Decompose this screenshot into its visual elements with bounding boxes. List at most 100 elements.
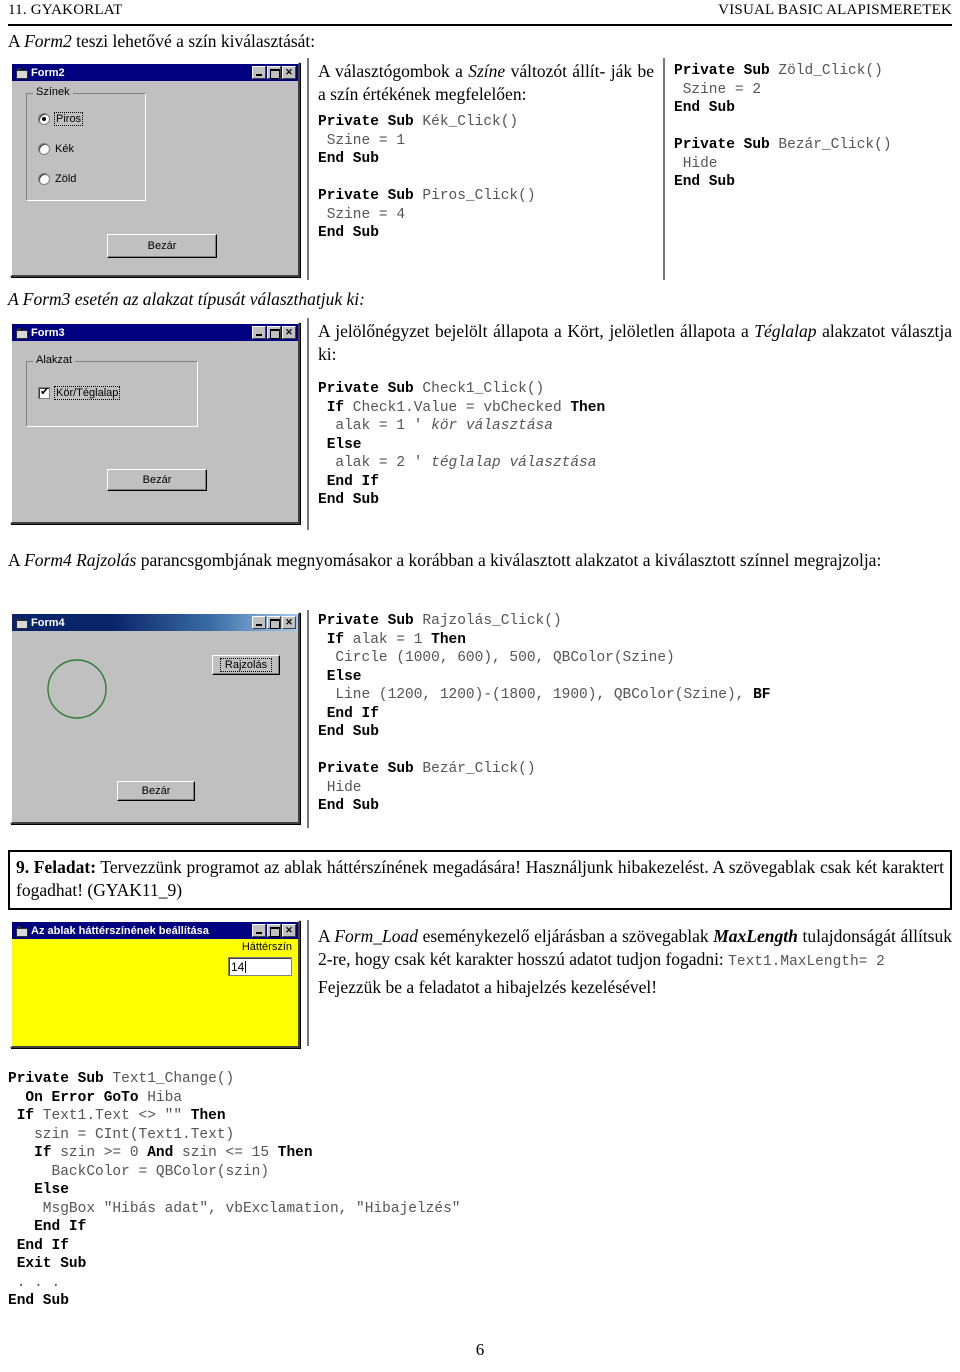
maximize-button[interactable]	[267, 66, 281, 79]
form9-note: A Form_Load eseménykezelő eljárásban a s…	[318, 925, 952, 999]
form9-client-area: Háttérszín 14	[12, 939, 298, 1046]
intro-form4-part-a: A	[8, 550, 25, 570]
radio-label-zold: Zöld	[55, 173, 77, 185]
column-separator-4	[307, 610, 309, 828]
form3-close-button-label: Bezár	[142, 474, 172, 486]
form4-draw-button[interactable]: Rajzolás	[212, 655, 280, 675]
form4-client-area: Rajzolás Bezár	[12, 631, 298, 822]
vb-form-icon	[15, 327, 28, 339]
code-block-form2-left: Private Sub Kék_Click() Szine = 1 End Su…	[318, 114, 536, 241]
intro-form4-emphasis: Form4 Rajzolás	[24, 550, 137, 570]
radio-icon-piros[interactable]	[38, 113, 50, 125]
maximize-button[interactable]	[267, 326, 281, 339]
form3-frame-legend: Alakzat	[33, 354, 76, 366]
form2-titlebar[interactable]: Form2 ✕	[12, 64, 298, 81]
form2-frame-legend: Színek	[33, 86, 73, 98]
form4-titlebar[interactable]: Form4 ✕	[12, 614, 298, 631]
form9-backcolor-value: 14	[231, 959, 245, 974]
form4-title: Form4	[31, 616, 65, 629]
form3-note-emphasis: Téglalap	[754, 321, 817, 341]
task-9-box: 9. Feladat: Tervezzünk programot az abla…	[8, 850, 952, 910]
form2-close-button-label: Bezár	[147, 240, 177, 252]
form9-backcolor-label: Háttérszín	[241, 941, 292, 953]
form9-note-emphasis: Form_Load	[334, 926, 418, 946]
form9-note-line4: Fejezzük be a feladatot a hibajelzés kez…	[318, 977, 658, 997]
form9-backcolor-input[interactable]: 14	[228, 957, 292, 976]
form9-title: Az ablak háttérszínének beállítása	[31, 924, 209, 937]
form9-window[interactable]: Az ablak háttérszínének beállítása ✕ Hát…	[10, 920, 300, 1048]
code-block-form4: Private Sub Rajzolás_Click() If alak = 1…	[318, 613, 771, 814]
form2-note: A választógombok a Színe változót állít-…	[318, 60, 654, 106]
close-button[interactable]: ✕	[282, 66, 296, 79]
form4-close-button[interactable]: Bezár	[117, 781, 195, 801]
header-right-title: VISUAL BASIC ALAPISMERETEK	[718, 2, 952, 18]
minimize-button[interactable]	[252, 326, 266, 339]
checkbox-label: Kör/Téglalap	[53, 386, 121, 400]
form2-window-buttons[interactable]: ✕	[252, 66, 296, 79]
intro-form4-paragraph: A Form4 Rajzolás parancsgombjának megnyo…	[8, 549, 952, 572]
form9-note-code-inline: Text1.MaxLength= 2	[728, 954, 885, 970]
code-block-form3: Private Sub Check1_Click() If Check1.Val…	[318, 381, 606, 508]
column-separator-2	[663, 58, 665, 280]
form3-titlebar[interactable]: Form3 ✕	[12, 324, 298, 341]
form4-window[interactable]: Form4 ✕ Rajzolás Bezár	[10, 612, 300, 824]
code-block-form2-right: Private Sub Zöld_Click() Szine = 2 End S…	[674, 63, 892, 190]
form3-client-area: Alakzat Kör/Téglalap Bezár	[12, 341, 298, 522]
task-9-label: 9. Feladat:	[16, 857, 97, 877]
radio-label-piros: Piros	[53, 112, 84, 126]
form9-titlebar[interactable]: Az ablak háttérszínének beállítása ✕	[12, 922, 298, 939]
column-separator-3	[307, 318, 309, 530]
intro-form2-prefix: A	[8, 31, 25, 51]
radio-option-zold[interactable]: Zöld	[38, 173, 76, 185]
form9-note-part-a: A	[318, 926, 335, 946]
vb-form-icon	[15, 925, 28, 937]
vb-form-icon	[15, 617, 28, 629]
form4-draw-button-label: Rajzolás	[219, 658, 273, 672]
form4-window-buttons[interactable]: ✕	[252, 616, 296, 629]
form2-window[interactable]: Form2 ✕ Színek Piros Kék Zöld Bezár	[10, 62, 300, 277]
intro-form2-emphasis: Form2	[24, 31, 72, 51]
code-form2-left-body: Kék_Click()	[422, 114, 519, 130]
form2-close-button[interactable]: Bezár	[107, 234, 217, 258]
intro-form4-part-b: parancsgombjának megnyomásakor a korábba…	[136, 550, 882, 570]
form3-window-buttons[interactable]: ✕	[252, 326, 296, 339]
form9-note-part-b: eseménykezelő eljárásban a szövegablak	[417, 926, 714, 946]
radio-icon-zold[interactable]	[38, 173, 50, 185]
maximize-button[interactable]	[267, 616, 281, 629]
form3-window[interactable]: Form3 ✕ Alakzat Kör/Téglalap Bezár	[10, 322, 300, 524]
vb-form-icon	[15, 67, 28, 79]
form2-note-emphasis: Színe	[468, 61, 506, 81]
form2-client-area: Színek Piros Kék Zöld Bezár	[12, 81, 298, 275]
form3-note-part-a: A jelölőnégyzet bejelölt állapota a Kört…	[318, 321, 755, 341]
form2-note-part-b: változót állít-	[505, 61, 606, 81]
form2-note-part-a: A választógombok a	[318, 61, 469, 81]
form9-note-line3-prefix: fogadni:	[665, 949, 729, 969]
task-9-text: Tervezzünk programot az ablak háttérszín…	[16, 857, 944, 900]
close-button[interactable]: ✕	[282, 326, 296, 339]
checkbox-icon[interactable]	[38, 385, 50, 399]
intro-form2-rest: teszi lehetővé a szín kiválasztását:	[71, 31, 316, 51]
minimize-button[interactable]	[252, 616, 266, 629]
page-number: 6	[475, 1340, 485, 1359]
form2-title: Form2	[31, 66, 65, 79]
radio-label-kek: Kék	[55, 143, 74, 155]
form3-close-button[interactable]: Bezár	[107, 469, 207, 491]
column-separator-1	[307, 58, 309, 280]
form9-window-buttons[interactable]: ✕	[252, 924, 296, 937]
intro-form3-paragraph: A Form3 esetén az alakzat típusát válasz…	[8, 289, 365, 309]
form9-note-maxlength: MaxLength	[713, 926, 798, 946]
radio-option-piros[interactable]: Piros	[38, 112, 84, 126]
close-button[interactable]: ✕	[282, 924, 296, 937]
code-block-task9: Private Sub Text1_Change() On Error GoTo…	[8, 1071, 461, 1309]
maximize-button[interactable]	[267, 924, 281, 937]
minimize-button[interactable]	[252, 66, 266, 79]
minimize-button[interactable]	[252, 924, 266, 937]
checkbox-shape[interactable]: Kör/Téglalap	[38, 385, 121, 400]
form4-close-button-label: Bezár	[141, 785, 171, 797]
intro-form2-paragraph: A Form2 teszi lehetővé a szín kiválasztá…	[8, 30, 952, 53]
column-separator-5	[307, 920, 309, 1046]
radio-option-kek[interactable]: Kék	[38, 143, 74, 155]
close-button[interactable]: ✕	[282, 616, 296, 629]
radio-icon-kek[interactable]	[38, 143, 50, 155]
text-caret	[245, 960, 247, 973]
